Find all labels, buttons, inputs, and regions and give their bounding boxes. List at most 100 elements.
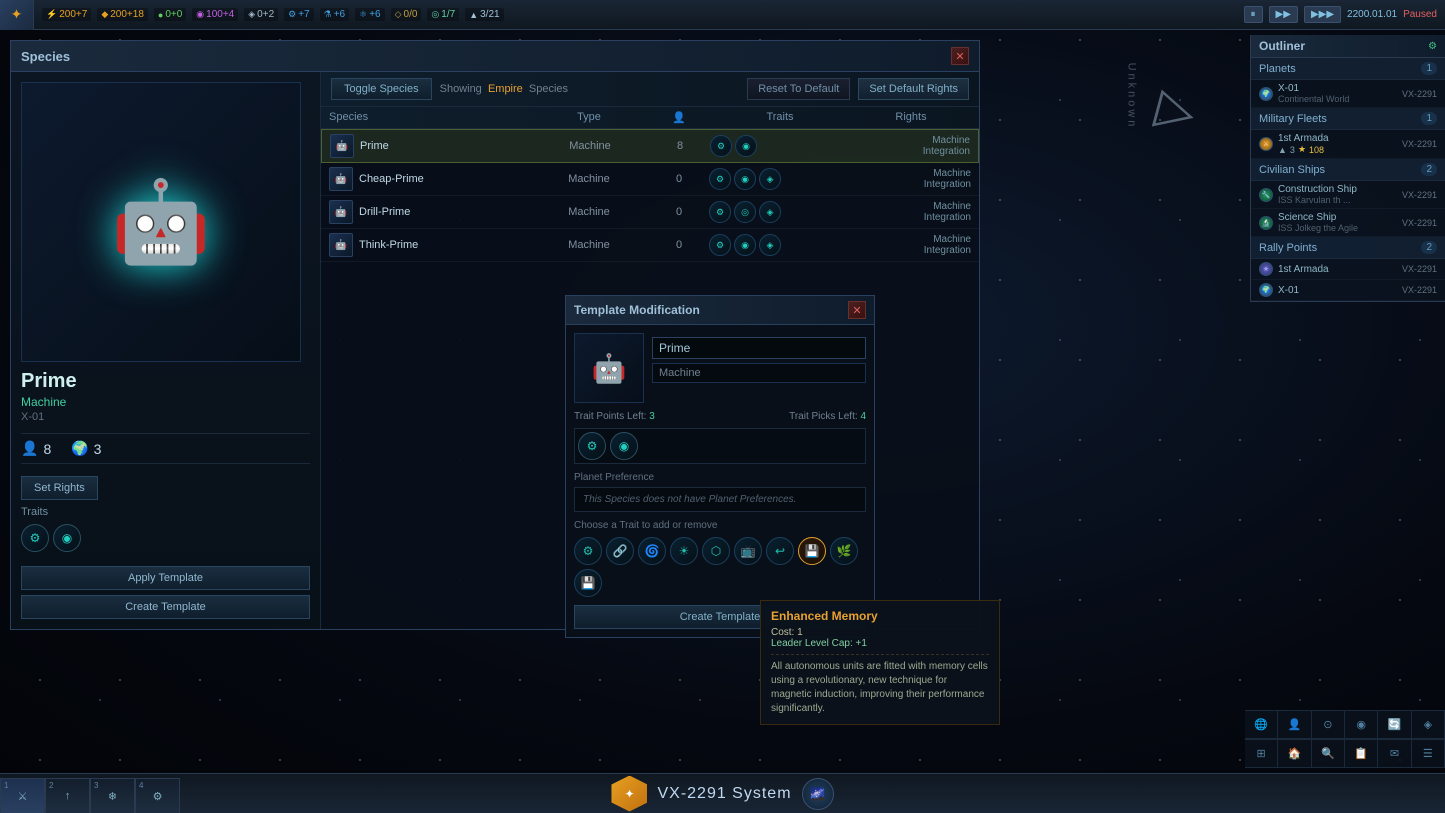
construction-ship-icon: 🔧 xyxy=(1259,188,1273,202)
species-left-panel: 🤖 Prime Machine X-01 👤 8 🌍 3 Set Rights … xyxy=(11,72,321,629)
list-item[interactable]: 🌍 X-01 Continental World VX-2291 xyxy=(1251,80,1445,108)
outliner-planets-header[interactable]: Planets 1 xyxy=(1251,58,1445,80)
planets-section-title: Planets xyxy=(1259,63,1296,75)
table-row[interactable]: 🤖 Cheap-Prime Machine 0 ⚙ ◉ ◈ MachineInt… xyxy=(321,163,979,196)
nav-grid-button[interactable]: ⊞ xyxy=(1245,740,1278,768)
nav-message-button[interactable]: ✉ xyxy=(1378,740,1411,768)
nav-search-button[interactable]: 🔍 xyxy=(1312,740,1345,768)
outliner-civilian-header[interactable]: Civilian Ships 2 xyxy=(1251,159,1445,181)
trait-option-8[interactable]: 💾 xyxy=(798,537,826,565)
reset-to-default-button[interactable]: Reset To Default xyxy=(747,78,850,100)
system-display: ✦ VX-2291 System 🌌 xyxy=(611,776,833,812)
trait-icon-2[interactable]: ◉ xyxy=(53,524,81,552)
trait-dot-1[interactable]: ⚙ xyxy=(709,201,731,223)
list-item[interactable]: ⚔ 1st Armada ▲ 3 ★ 108 VX-2291 xyxy=(1251,130,1445,159)
species-name-input[interactable] xyxy=(652,337,866,359)
nav-menu-button[interactable]: ☰ xyxy=(1412,740,1445,768)
speed-forward-button[interactable]: ▶▶ xyxy=(1269,6,1298,23)
table-row[interactable]: 🤖 Drill-Prime Machine 0 ⚙ ◎ ◈ MachineInt… xyxy=(321,196,979,229)
current-trait-1[interactable]: ⚙ xyxy=(578,432,606,460)
trait-icon-1[interactable]: ⚙ xyxy=(21,524,49,552)
trait-option-6[interactable]: 📺 xyxy=(734,537,762,565)
rally-item-2-location: VX-2291 xyxy=(1402,285,1437,295)
rally-count: 2 xyxy=(1421,241,1437,254)
planets-count: 1 xyxy=(1421,62,1437,75)
table-row[interactable]: 🤖 Think-Prime Machine 0 ⚙ ◉ ◈ MachineInt… xyxy=(321,229,979,262)
nav-globe-button[interactable]: 🌐 xyxy=(1245,711,1278,739)
unknown-label: Unknown xyxy=(1126,63,1138,130)
tab-2-num: 2 xyxy=(49,781,53,790)
trait-dot-2[interactable]: ◎ xyxy=(734,201,756,223)
trait-dot-1[interactable]: ⚙ xyxy=(710,135,732,157)
set-rights-button[interactable]: Set Rights xyxy=(21,476,98,500)
trait-option-4[interactable]: ☀ xyxy=(670,537,698,565)
species-type-cell: Machine xyxy=(529,173,649,185)
nav-alloys-button[interactable]: ◈ xyxy=(1412,711,1445,739)
bottom-tab-2[interactable]: 2 ↑ xyxy=(45,778,90,813)
trait-dot-2[interactable]: ◉ xyxy=(735,135,757,157)
nav-cycle-button[interactable]: 🔄 xyxy=(1378,711,1411,739)
list-item[interactable]: 🔬 Science Ship ISS Jolkeg the Agile VX-2… xyxy=(1251,209,1445,237)
set-default-rights-button[interactable]: Set Default Rights xyxy=(858,78,969,100)
dialog-close-button[interactable]: ✕ xyxy=(848,301,866,319)
species-stats-row: 👤 8 🌍 3 xyxy=(21,433,310,464)
current-trait-2[interactable]: ◉ xyxy=(610,432,638,460)
apply-template-button[interactable]: Apply Template xyxy=(21,566,310,590)
paused-label: Paused xyxy=(1403,9,1437,20)
nav-pops-button[interactable]: 👤 xyxy=(1278,711,1311,739)
trait-dot-1[interactable]: ⚙ xyxy=(709,234,731,256)
species-type-input[interactable] xyxy=(652,363,866,383)
table-row[interactable]: 🤖 Prime Machine 8 ⚙ ◉ MachineIntegration xyxy=(321,129,979,163)
create-template-button[interactable]: Create Template xyxy=(21,595,310,619)
nav-target-button[interactable]: ⊙ xyxy=(1312,711,1345,739)
food-icon: ● xyxy=(158,10,163,20)
consumer-resource: ◉ 100+4 xyxy=(192,8,238,21)
species-traits-cell: ⚙ ◉ xyxy=(710,135,850,157)
game-emblem[interactable]: ✦ xyxy=(0,0,34,30)
list-item[interactable]: 🔧 Construction Ship ISS Karvulan th ... … xyxy=(1251,181,1445,209)
template-modification-dialog: Template Modification ✕ 🤖 Trait Points L… xyxy=(565,295,875,638)
trait-option-1[interactable]: ⚙ xyxy=(574,537,602,565)
outliner-military-header[interactable]: Military Fleets 1 xyxy=(1251,108,1445,130)
civilian-count: 2 xyxy=(1421,163,1437,176)
system-galaxy-icon[interactable]: 🌌 xyxy=(802,778,834,810)
military-section-title: Military Fleets xyxy=(1259,113,1327,125)
trait-dot-1[interactable]: ⚙ xyxy=(709,168,731,190)
colony-count-stat: 🌍 3 xyxy=(71,440,101,457)
trait-option-5[interactable]: ⬡ xyxy=(702,537,730,565)
rally-planet-icon: 🌍 xyxy=(1259,283,1273,297)
trait-dot-2[interactable]: ◉ xyxy=(734,168,756,190)
speed-skip-button[interactable]: ▶▶▶ xyxy=(1304,6,1341,23)
trait-option-3[interactable]: 🌀 xyxy=(638,537,666,565)
planet-location: VX-2291 xyxy=(1402,89,1437,99)
pop-count-stat: 👤 8 xyxy=(21,440,51,457)
bottom-tab-4[interactable]: 4 ⚙ xyxy=(135,778,180,813)
header-pops: 👤 xyxy=(649,111,709,124)
trait-option-10[interactable]: 💾 xyxy=(574,569,602,597)
trait-dot-3[interactable]: ◈ xyxy=(759,168,781,190)
nav-clipboard-button[interactable]: 📋 xyxy=(1345,740,1378,768)
pause-button[interactable]: ⏸ xyxy=(1244,6,1263,23)
outliner-rally-header[interactable]: Rally Points 2 xyxy=(1251,237,1445,259)
nav-home-button[interactable]: 🏠 xyxy=(1278,740,1311,768)
species-name-cell: 🤖 Drill-Prime xyxy=(329,200,529,224)
trait-points-label: Trait Points Left: 3 xyxy=(574,411,655,422)
outliner-settings-icon[interactable]: ⚙ xyxy=(1428,41,1437,52)
list-item[interactable]: 🌍 X-01 VX-2291 xyxy=(1251,280,1445,301)
tab-4-num: 4 xyxy=(139,781,143,790)
bottom-tab-1[interactable]: 1 ⚔ xyxy=(0,778,45,813)
nav-species-button[interactable]: ◉ xyxy=(1345,711,1378,739)
species-rights-cell: MachineIntegration xyxy=(851,168,971,190)
trait-option-2[interactable]: 🔗 xyxy=(606,537,634,565)
trait-dot-2[interactable]: ◉ xyxy=(734,234,756,256)
trait-option-9[interactable]: 🌿 xyxy=(830,537,858,565)
construction-ship-type: Construction Ship xyxy=(1278,184,1357,195)
bottom-tab-3[interactable]: 3 ❄ xyxy=(90,778,135,813)
trait-dot-3[interactable]: ◈ xyxy=(759,234,781,256)
trait-option-7[interactable]: ↩ xyxy=(766,537,794,565)
trait-dot-3[interactable]: ◈ xyxy=(759,201,781,223)
toggle-species-button[interactable]: Toggle Species xyxy=(331,78,432,100)
species-close-button[interactable]: ✕ xyxy=(951,47,969,65)
list-item[interactable]: ★ 1st Armada VX-2291 xyxy=(1251,259,1445,280)
research1-resource: ⚙ +7 xyxy=(284,8,313,21)
